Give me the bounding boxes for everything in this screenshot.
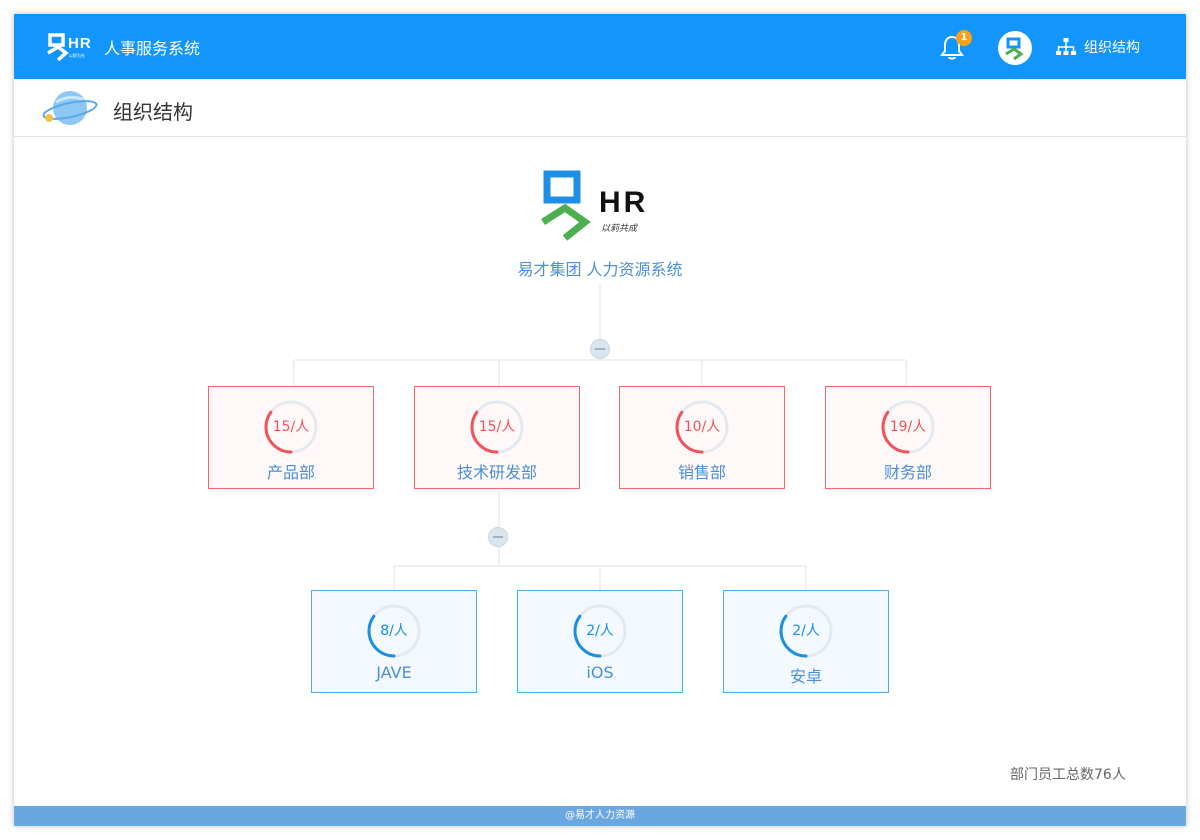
sub-dept-headcount-ring: 8/人 (366, 603, 422, 659)
app-title: 人事服务系统 (104, 39, 201, 58)
dept-headcount-ring: 10/人 (674, 399, 730, 455)
top-bar: HR 以职为先 人事服务系统 1 组织结构 (14, 14, 1186, 79)
sub-dept-name: 安卓 (789, 667, 822, 686)
brand-logo: HR 以职为先 (46, 31, 96, 63)
dept-name: 产品部 (266, 463, 315, 482)
company-logo-hr: HR (599, 186, 649, 219)
collapse-root-toggle[interactable] (590, 339, 610, 359)
dept-name: 技术研发部 (456, 463, 537, 482)
brand[interactable]: HR 以职为先 人事服务系统 (46, 31, 200, 63)
org-structure-link-label: 组织结构 (1084, 40, 1140, 56)
dept-node[interactable]: 19/人 财务部 (825, 386, 991, 489)
dept-headcount: 15/人 (478, 419, 516, 435)
sub-dept-headcount-ring: 2/人 (778, 603, 834, 659)
sub-dept-node[interactable]: 8/人 JAVE (311, 590, 477, 693)
sub-dept-node[interactable]: 2/人 iOS (517, 590, 683, 693)
page-title: 组织结构 (113, 100, 193, 124)
sub-dept-headcount: 8/人 (380, 623, 408, 639)
notification-badge: 1 (956, 30, 972, 46)
footer: @易才人力资源 (14, 806, 1186, 826)
page-header: 组织结构 (14, 79, 1186, 137)
company-name: 易才集团 人力资源系统 (517, 260, 683, 279)
company-logo-icon (541, 170, 591, 241)
org-chart-area: HR 以莉共成 易才集团 人力资源系统 15/人 产品部 15/人 技术研发部 … (14, 138, 1186, 806)
sub-dept-headcount-ring: 2/人 (572, 603, 628, 659)
dept-headcount: 19/人 (889, 419, 927, 435)
dept-name: 财务部 (883, 463, 932, 482)
dept-name: 销售部 (677, 463, 726, 482)
brand-logo-icon (47, 33, 69, 62)
company-logo-slogan: 以莉共成 (601, 224, 638, 234)
planet-icon (42, 91, 98, 125)
sub-dept-headcount: 2/人 (792, 623, 820, 639)
org-chart-icon (1056, 38, 1076, 55)
avatar-logo-icon (1005, 37, 1024, 60)
brand-hr-text: HR (68, 35, 92, 52)
dept-headcount-ring: 19/人 (880, 399, 936, 455)
brand-subtext: 以职为先 (69, 53, 85, 58)
dept-headcount: 15/人 (272, 419, 310, 435)
total-employee-count: 部门员工总数76人 (1010, 767, 1126, 783)
company-logo: HR 以莉共成 (539, 166, 654, 244)
dept-headcount-ring: 15/人 (263, 399, 319, 455)
collapse-tech-dept-toggle[interactable] (488, 527, 508, 547)
dept-node[interactable]: 15/人 技术研发部 (414, 386, 580, 489)
user-avatar[interactable] (998, 31, 1032, 65)
org-structure-link[interactable]: 组织结构 (1056, 37, 1140, 57)
dept-headcount-ring: 15/人 (469, 399, 525, 455)
sub-dept-headcount: 2/人 (586, 623, 614, 639)
dept-headcount: 10/人 (683, 419, 721, 435)
sub-dept-name: JAVE (376, 663, 412, 682)
dept-node[interactable]: 10/人 销售部 (619, 386, 785, 489)
sub-dept-node[interactable]: 2/人 安卓 (723, 590, 889, 693)
sub-dept-name: iOS (586, 663, 614, 682)
app-window: HR 以职为先 人事服务系统 1 组织结构 组织结构 HR 以莉共成 易才集团 … (14, 14, 1186, 826)
dept-node[interactable]: 15/人 产品部 (208, 386, 374, 489)
